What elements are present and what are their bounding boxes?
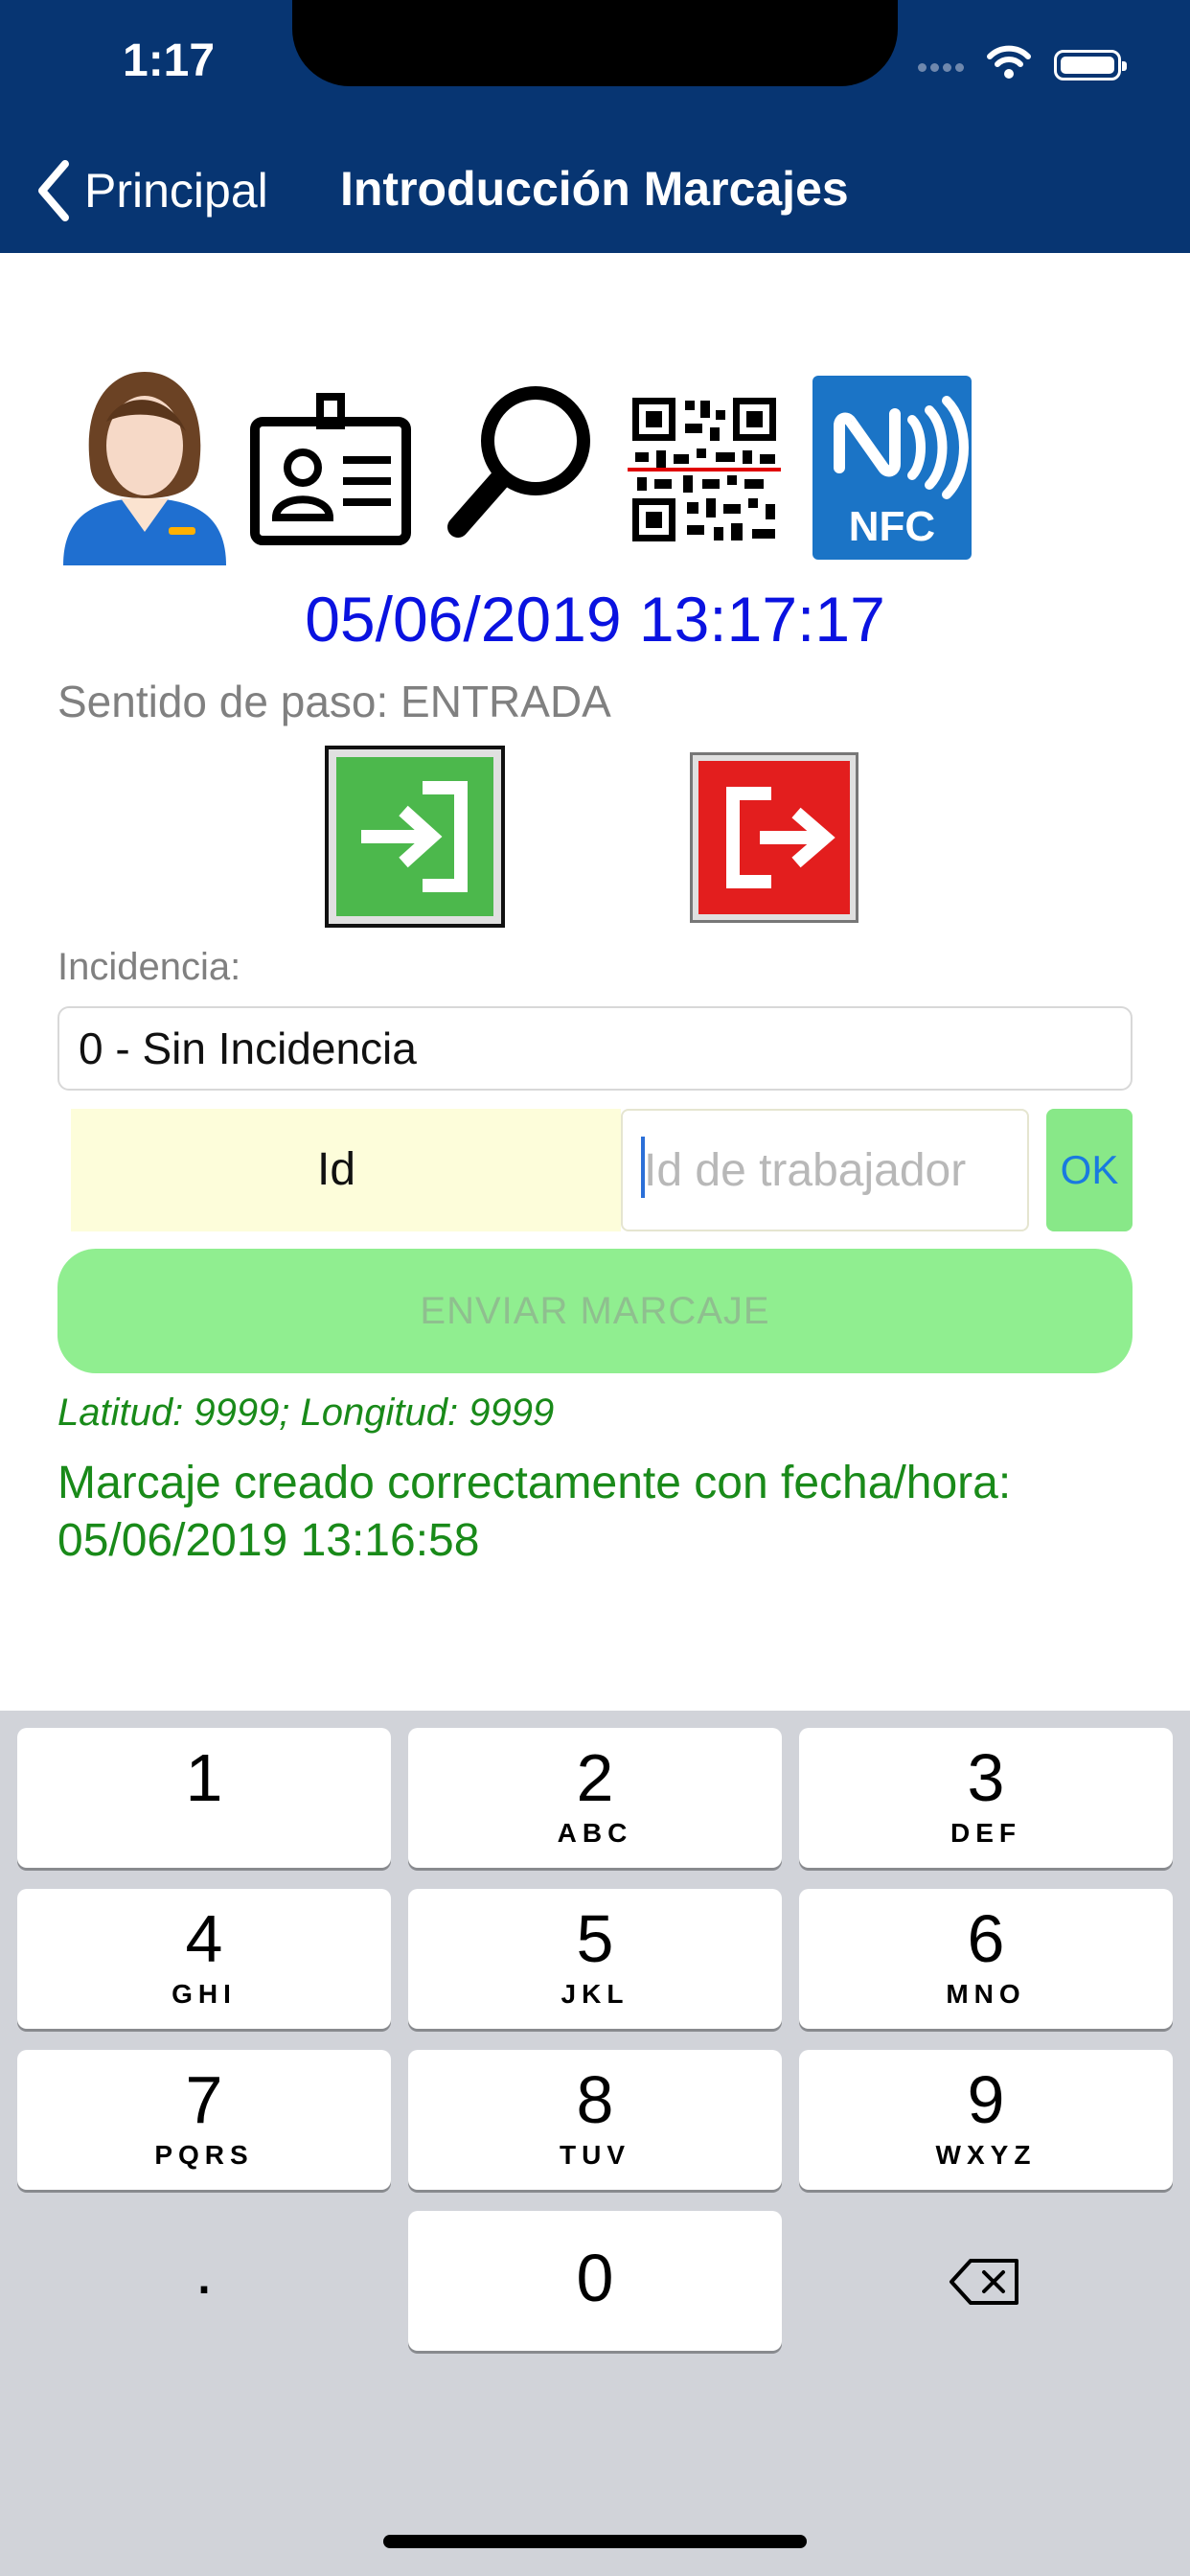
- key-1[interactable]: 1: [17, 1728, 391, 1868]
- incidence-label: Incidencia:: [57, 946, 241, 988]
- key-2[interactable]: 2 ABC: [408, 1728, 782, 1868]
- qr-code-icon[interactable]: [628, 364, 781, 565]
- key-3[interactable]: 3 DEF: [799, 1728, 1173, 1868]
- key-letters: DEF: [950, 1818, 1021, 1848]
- text-cursor: [641, 1137, 645, 1198]
- exit-arrow-icon: [698, 761, 850, 914]
- backspace-icon: [950, 2259, 1018, 2305]
- home-indicator[interactable]: [383, 2535, 807, 2548]
- device-notch: [292, 0, 898, 86]
- wifi-icon: [987, 45, 1031, 79]
- key-letters: GHI: [172, 1979, 237, 2009]
- key-letters: ABC: [557, 1818, 633, 1848]
- entry-button[interactable]: [325, 746, 505, 928]
- nfc-symbol-icon: NFC: [834, 396, 969, 550]
- key-letters: TUV: [560, 2140, 630, 2170]
- result-message: Marcaje creado correctamente con fecha/h…: [57, 1458, 1012, 1566]
- key-digit: 1: [185, 1740, 223, 1815]
- key-digit: 2: [576, 1740, 614, 1815]
- delete-key[interactable]: [799, 2211, 1173, 2351]
- chevron-left-icon: [38, 160, 69, 221]
- ok-button[interactable]: OK: [1046, 1109, 1133, 1231]
- key-digit: 9: [967, 2062, 1005, 2137]
- key-7[interactable]: 7 PQRS: [17, 2050, 391, 2190]
- worker-id-input[interactable]: [621, 1109, 1029, 1231]
- key-digit: 5: [576, 1901, 614, 1976]
- key-6[interactable]: 6 MNO: [799, 1889, 1173, 2029]
- search-icon[interactable]: [445, 364, 600, 565]
- key-5[interactable]: 5 JKL: [408, 1889, 782, 2029]
- key-letters: WXYZ: [935, 2140, 1037, 2170]
- status-time: 1:17: [123, 35, 216, 86]
- current-datetime: 05/06/2019 13:17:17: [305, 584, 885, 655]
- key-decimal[interactable]: .: [17, 2211, 391, 2351]
- key-digit: 7: [185, 2062, 223, 2137]
- coordinates-text: Latitud: 9999; Longitud: 9999: [57, 1392, 555, 1434]
- key-digit: 0: [576, 2241, 614, 2315]
- key-8[interactable]: 8 TUV: [408, 2050, 782, 2190]
- back-label: Principal: [84, 164, 268, 218]
- cellular-signal-icon: [918, 59, 975, 79]
- key-digit: 4: [185, 1901, 223, 1976]
- entry-arrow-icon: [336, 757, 493, 916]
- incidence-select[interactable]: 0 - Sin Incidencia: [57, 1006, 1133, 1091]
- nfc-label: NFC: [849, 503, 935, 550]
- key-digit: .: [195, 2233, 214, 2308]
- numeric-keypad: 1 2 ABC 3 DEF 4 GHI 5 JKL 6 MNO 7 PQRS 8…: [0, 1711, 1190, 2576]
- worker-id-label: Id: [316, 1144, 356, 1195]
- page-title: Introducción Marcajes: [340, 162, 849, 216]
- worker-avatar-icon[interactable]: [54, 364, 236, 565]
- nfc-icon[interactable]: NFC: [812, 376, 972, 560]
- key-digit: 3: [967, 1740, 1005, 1815]
- exit-button[interactable]: [690, 752, 858, 923]
- key-letters: MNO: [946, 1979, 1026, 2009]
- key-9[interactable]: 9 WXYZ: [799, 2050, 1173, 2190]
- key-digit: 8: [576, 2062, 614, 2137]
- id-badge-icon[interactable]: [247, 364, 414, 565]
- key-digit: 6: [967, 1901, 1005, 1976]
- key-letters: PQRS: [154, 2140, 254, 2170]
- key-0[interactable]: 0: [408, 2211, 782, 2351]
- send-marking-button[interactable]: ENVIAR MARCAJE: [57, 1249, 1133, 1373]
- back-button[interactable]: Principal: [34, 157, 268, 224]
- direction-text: Sentido de paso: ENTRADA: [57, 677, 611, 726]
- key-letters: JKL: [561, 1979, 629, 2009]
- battery-icon: [1054, 50, 1127, 80]
- key-4[interactable]: 4 GHI: [17, 1889, 391, 2029]
